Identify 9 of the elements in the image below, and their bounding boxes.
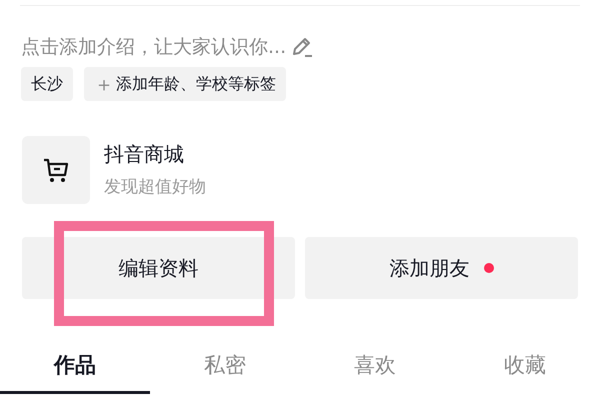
- tab[interactable]: 作品: [0, 342, 150, 412]
- shop-subtitle: 发现超值好物: [104, 176, 206, 199]
- edit-icon[interactable]: [290, 35, 314, 59]
- location-tag[interactable]: 长沙: [21, 67, 73, 101]
- profile-action-button[interactable]: 添加朋友: [305, 237, 578, 299]
- shop-title[interactable]: 抖音商城: [104, 141, 206, 167]
- profile-action-button[interactable]: 编辑资料: [22, 237, 295, 299]
- add-tag-button[interactable]: ＋添加年龄、学校等标签: [84, 67, 286, 101]
- cart-icon[interactable]: [22, 136, 90, 204]
